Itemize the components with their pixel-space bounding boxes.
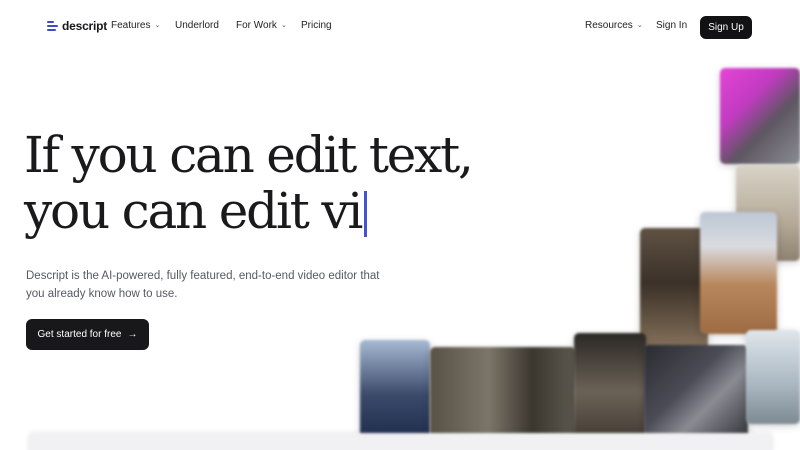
video-thumbnail xyxy=(360,340,430,440)
video-thumbnail xyxy=(700,212,777,334)
nav-for-work-label: For Work xyxy=(236,20,277,31)
nav-pricing[interactable]: Pricing xyxy=(301,20,332,31)
top-nav: descript Features ⌄ Underlord For Work ⌄… xyxy=(0,0,800,54)
nav-features[interactable]: Features ⌄ xyxy=(111,20,160,31)
headline-line-1: If you can edit text, xyxy=(24,126,474,184)
headline-line-2-text: you can edit vi xyxy=(24,182,363,240)
video-thumbnail xyxy=(640,228,708,350)
nav-for-work[interactable]: For Work ⌄ xyxy=(236,20,287,31)
arrow-right-icon: → xyxy=(127,329,138,340)
nav-pricing-label: Pricing xyxy=(301,20,332,31)
nav-underlord[interactable]: Underlord xyxy=(175,20,219,31)
headline-line-2: you can edit vi xyxy=(24,183,472,239)
chevron-down-icon: ⌄ xyxy=(154,21,161,29)
descript-logo[interactable]: descript xyxy=(47,19,107,33)
sign-in-label: Sign In xyxy=(656,20,688,31)
chevron-down-icon: ⌄ xyxy=(280,21,287,29)
nav-underlord-label: Underlord xyxy=(175,20,219,31)
sign-up-label: Sign Up xyxy=(708,22,744,33)
nav-resources-label: Resources xyxy=(585,20,633,31)
editor-preview-bar xyxy=(28,433,773,450)
video-thumbnail xyxy=(746,330,800,424)
logo-text: descript xyxy=(62,19,108,33)
video-thumbnail xyxy=(720,68,800,164)
nav-features-label: Features xyxy=(111,20,151,31)
cta-label: Get started for free xyxy=(37,329,122,340)
hero-subcopy: Descript is the AI-powered, fully featur… xyxy=(26,270,380,300)
sign-in-link[interactable]: Sign In xyxy=(656,20,687,31)
chevron-down-icon: ⌄ xyxy=(636,21,643,29)
text-cursor xyxy=(364,191,368,237)
nav-resources[interactable]: Resources ⌄ xyxy=(585,20,643,31)
hero-headline: If you can edit text, you can edit vi xyxy=(24,126,474,239)
sign-up-button[interactable]: Sign Up xyxy=(700,16,752,39)
descript-logo-icon xyxy=(47,20,58,33)
get-started-button[interactable]: Get started for free → xyxy=(26,319,149,350)
